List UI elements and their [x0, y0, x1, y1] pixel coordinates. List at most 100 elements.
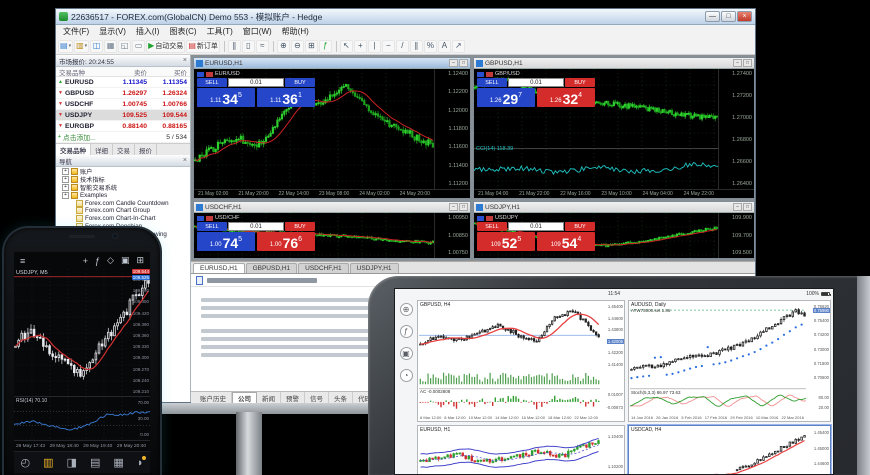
- charts-icon[interactable]: ▥: [43, 456, 53, 469]
- expand-icon[interactable]: +: [62, 192, 69, 199]
- news-icon[interactable]: ▦: [113, 456, 123, 469]
- objects-icon[interactable]: ▣: [400, 347, 413, 360]
- zoom-in-icon[interactable]: ⊕: [277, 40, 290, 53]
- chart-window-buttons[interactable]: –□: [449, 203, 468, 211]
- channel-icon[interactable]: ∥: [410, 40, 423, 53]
- new-order-icon[interactable]: ▤新订单: [186, 40, 220, 53]
- navigator-item[interactable]: Forex.com Chart Group: [56, 207, 190, 215]
- history-icon[interactable]: ▤: [90, 456, 100, 469]
- chat-icon[interactable]: ◗: [137, 457, 144, 469]
- quotes-icon[interactable]: ◴: [21, 456, 31, 469]
- sell-button[interactable]: SELL: [477, 78, 507, 87]
- market-watch-icon[interactable]: ◫: [90, 40, 103, 53]
- data-window-icon[interactable]: ▦: [104, 40, 117, 53]
- chart-tab[interactable]: USDCHF,H1: [298, 263, 348, 273]
- market-watch-row[interactable]: ▼GBPUSD1.262971.26324: [56, 88, 190, 99]
- restore-button[interactable]: □: [459, 203, 468, 211]
- buy-button[interactable]: BUY: [565, 222, 595, 231]
- chart-title-bar[interactable]: USDCHF,H1 –□: [194, 202, 470, 213]
- market-watch-row[interactable]: ▲EURUSD1.113451.11354: [56, 77, 190, 88]
- sell-price-button[interactable]: 1.26297: [477, 88, 535, 107]
- tile-windows-icon[interactable]: ⊞: [305, 40, 318, 53]
- column-header[interactable]: 交易品种: [56, 67, 110, 77]
- market-watch-tab[interactable]: 交易: [113, 144, 135, 155]
- crosshair-icon[interactable]: +: [83, 256, 88, 266]
- sell-price-button[interactable]: 1.00745: [197, 232, 255, 251]
- terminal-icon[interactable]: ▭: [132, 40, 145, 53]
- terminal-tab[interactable]: 账户历史: [195, 392, 232, 403]
- minimize-button[interactable]: –: [733, 59, 742, 67]
- windows-icon[interactable]: ▣: [121, 255, 130, 266]
- buy-price-button[interactable]: 109544: [537, 232, 595, 251]
- close-icon[interactable]: ×: [183, 57, 187, 64]
- autotrade-icon[interactable]: ▶自动交易: [146, 40, 185, 53]
- chart-window-buttons[interactable]: –□: [733, 203, 752, 211]
- tablet-chart-gbpusd[interactable]: GBPUSD, H4 AC -0.0002808 1.454001.446001…: [417, 300, 625, 422]
- sell-button[interactable]: SELL: [197, 78, 227, 87]
- menu-item[interactable]: 工具(T): [202, 26, 238, 37]
- chart-tab[interactable]: USDJPY,H1: [350, 263, 399, 273]
- buy-button[interactable]: BUY: [285, 78, 315, 87]
- chart-title-bar[interactable]: GBPUSD,H1 –□: [474, 58, 754, 69]
- navigator-item[interactable]: Forex.com Candle Countdown: [56, 199, 190, 207]
- buy-button[interactable]: BUY: [565, 78, 595, 87]
- restore-button[interactable]: □: [743, 203, 752, 211]
- chart-window-gbpusd[interactable]: GBPUSD,H1 –□ CCI(14) 118.39 GBP/USD SE: [473, 57, 755, 199]
- indicators-icon[interactable]: ƒ: [95, 256, 100, 266]
- arrows-icon[interactable]: ↗: [452, 40, 465, 53]
- volume-input[interactable]: 0.01: [228, 222, 284, 231]
- crosshair-icon[interactable]: ⊕: [400, 303, 413, 316]
- history-icon[interactable]: ◔: [400, 369, 413, 382]
- navigator-item[interactable]: Forex.com Chart-In-Chart: [56, 215, 190, 223]
- chart-title-bar[interactable]: USDJPY,H1 –□: [474, 202, 754, 213]
- tablet-chart-eurusd[interactable]: EURUSD, H1 1.104001.10200: [417, 425, 625, 475]
- chart-window-usdchf[interactable]: USDCHF,H1 –□ USD/CHF SELL 0.01: [193, 201, 471, 259]
- line-chart-icon[interactable]: ≈: [256, 40, 269, 53]
- menu-item[interactable]: 帮助(H): [277, 26, 314, 37]
- buy-price-button[interactable]: 1.11361: [257, 88, 315, 107]
- terminal-tab[interactable]: 信号: [305, 392, 329, 403]
- buy-price-button[interactable]: 1.00766: [257, 232, 315, 251]
- minimize-button[interactable]: –: [733, 203, 742, 211]
- terminal-tab[interactable]: 公司: [232, 392, 257, 403]
- chart-window-buttons[interactable]: –□: [733, 59, 752, 67]
- navigator-item[interactable]: +智能交易系统: [56, 184, 190, 192]
- fibonacci-icon[interactable]: %: [424, 40, 437, 53]
- market-watch-tab[interactable]: 详细: [91, 144, 113, 155]
- tablet-chart-usdcad[interactable]: USDCAD, H4 1.454001.450001.446001.44240: [628, 425, 831, 475]
- market-watch-row[interactable]: ▼EURGBP0.881400.88165: [56, 121, 190, 132]
- menu-item[interactable]: 窗口(W): [238, 26, 277, 37]
- menu-item[interactable]: 图表(C): [164, 26, 201, 37]
- close-icon[interactable]: ×: [183, 157, 187, 164]
- volume-input[interactable]: 0.01: [508, 78, 564, 87]
- tablet-chart-audusd[interactable]: AUDUSD, Daily ATW73000.set 1.86 Stoch(5,…: [628, 300, 831, 422]
- minimize-button[interactable]: –: [449, 59, 458, 67]
- vline-icon[interactable]: |: [368, 40, 381, 53]
- new-chart-icon[interactable]: ▤▾: [58, 40, 73, 53]
- candles-icon[interactable]: ▯: [242, 40, 255, 53]
- market-watch-tab[interactable]: 交易品种: [56, 144, 91, 155]
- menu-item[interactable]: 显示(V): [94, 26, 131, 37]
- restore-button[interactable]: □: [743, 59, 752, 67]
- new-order-icon[interactable]: ⊞: [136, 255, 144, 266]
- chart-window-buttons[interactable]: –□: [449, 59, 468, 67]
- navigator-icon[interactable]: ◱: [118, 40, 131, 53]
- navigator-item[interactable]: +Examples: [56, 191, 190, 199]
- terminal-tab[interactable]: 预警: [281, 392, 305, 403]
- chart-tab[interactable]: GBPUSD,H1: [246, 263, 298, 273]
- sell-button[interactable]: SELL: [477, 222, 507, 231]
- minimize-button[interactable]: –: [449, 203, 458, 211]
- terminal-tab[interactable]: 头条: [329, 392, 353, 403]
- sell-button[interactable]: SELL: [197, 222, 227, 231]
- add-symbol-row[interactable]: +点击添加...5 / 534: [56, 132, 190, 143]
- indicators-icon[interactable]: ƒ: [400, 325, 413, 338]
- chart-window-eurusd[interactable]: EURUSD,H1 –□ EUR/USD SELL 0.01: [193, 57, 471, 199]
- minimize-button[interactable]: —: [705, 11, 720, 22]
- text-icon[interactable]: A: [438, 40, 451, 53]
- navigator-item[interactable]: +技术指标: [56, 176, 190, 184]
- trade-icon[interactable]: ◨: [67, 456, 77, 469]
- close-button[interactable]: ×: [737, 11, 752, 22]
- restore-button[interactable]: □: [459, 59, 468, 67]
- maximize-button[interactable]: □: [721, 11, 736, 22]
- volume-input[interactable]: 0.01: [228, 78, 284, 87]
